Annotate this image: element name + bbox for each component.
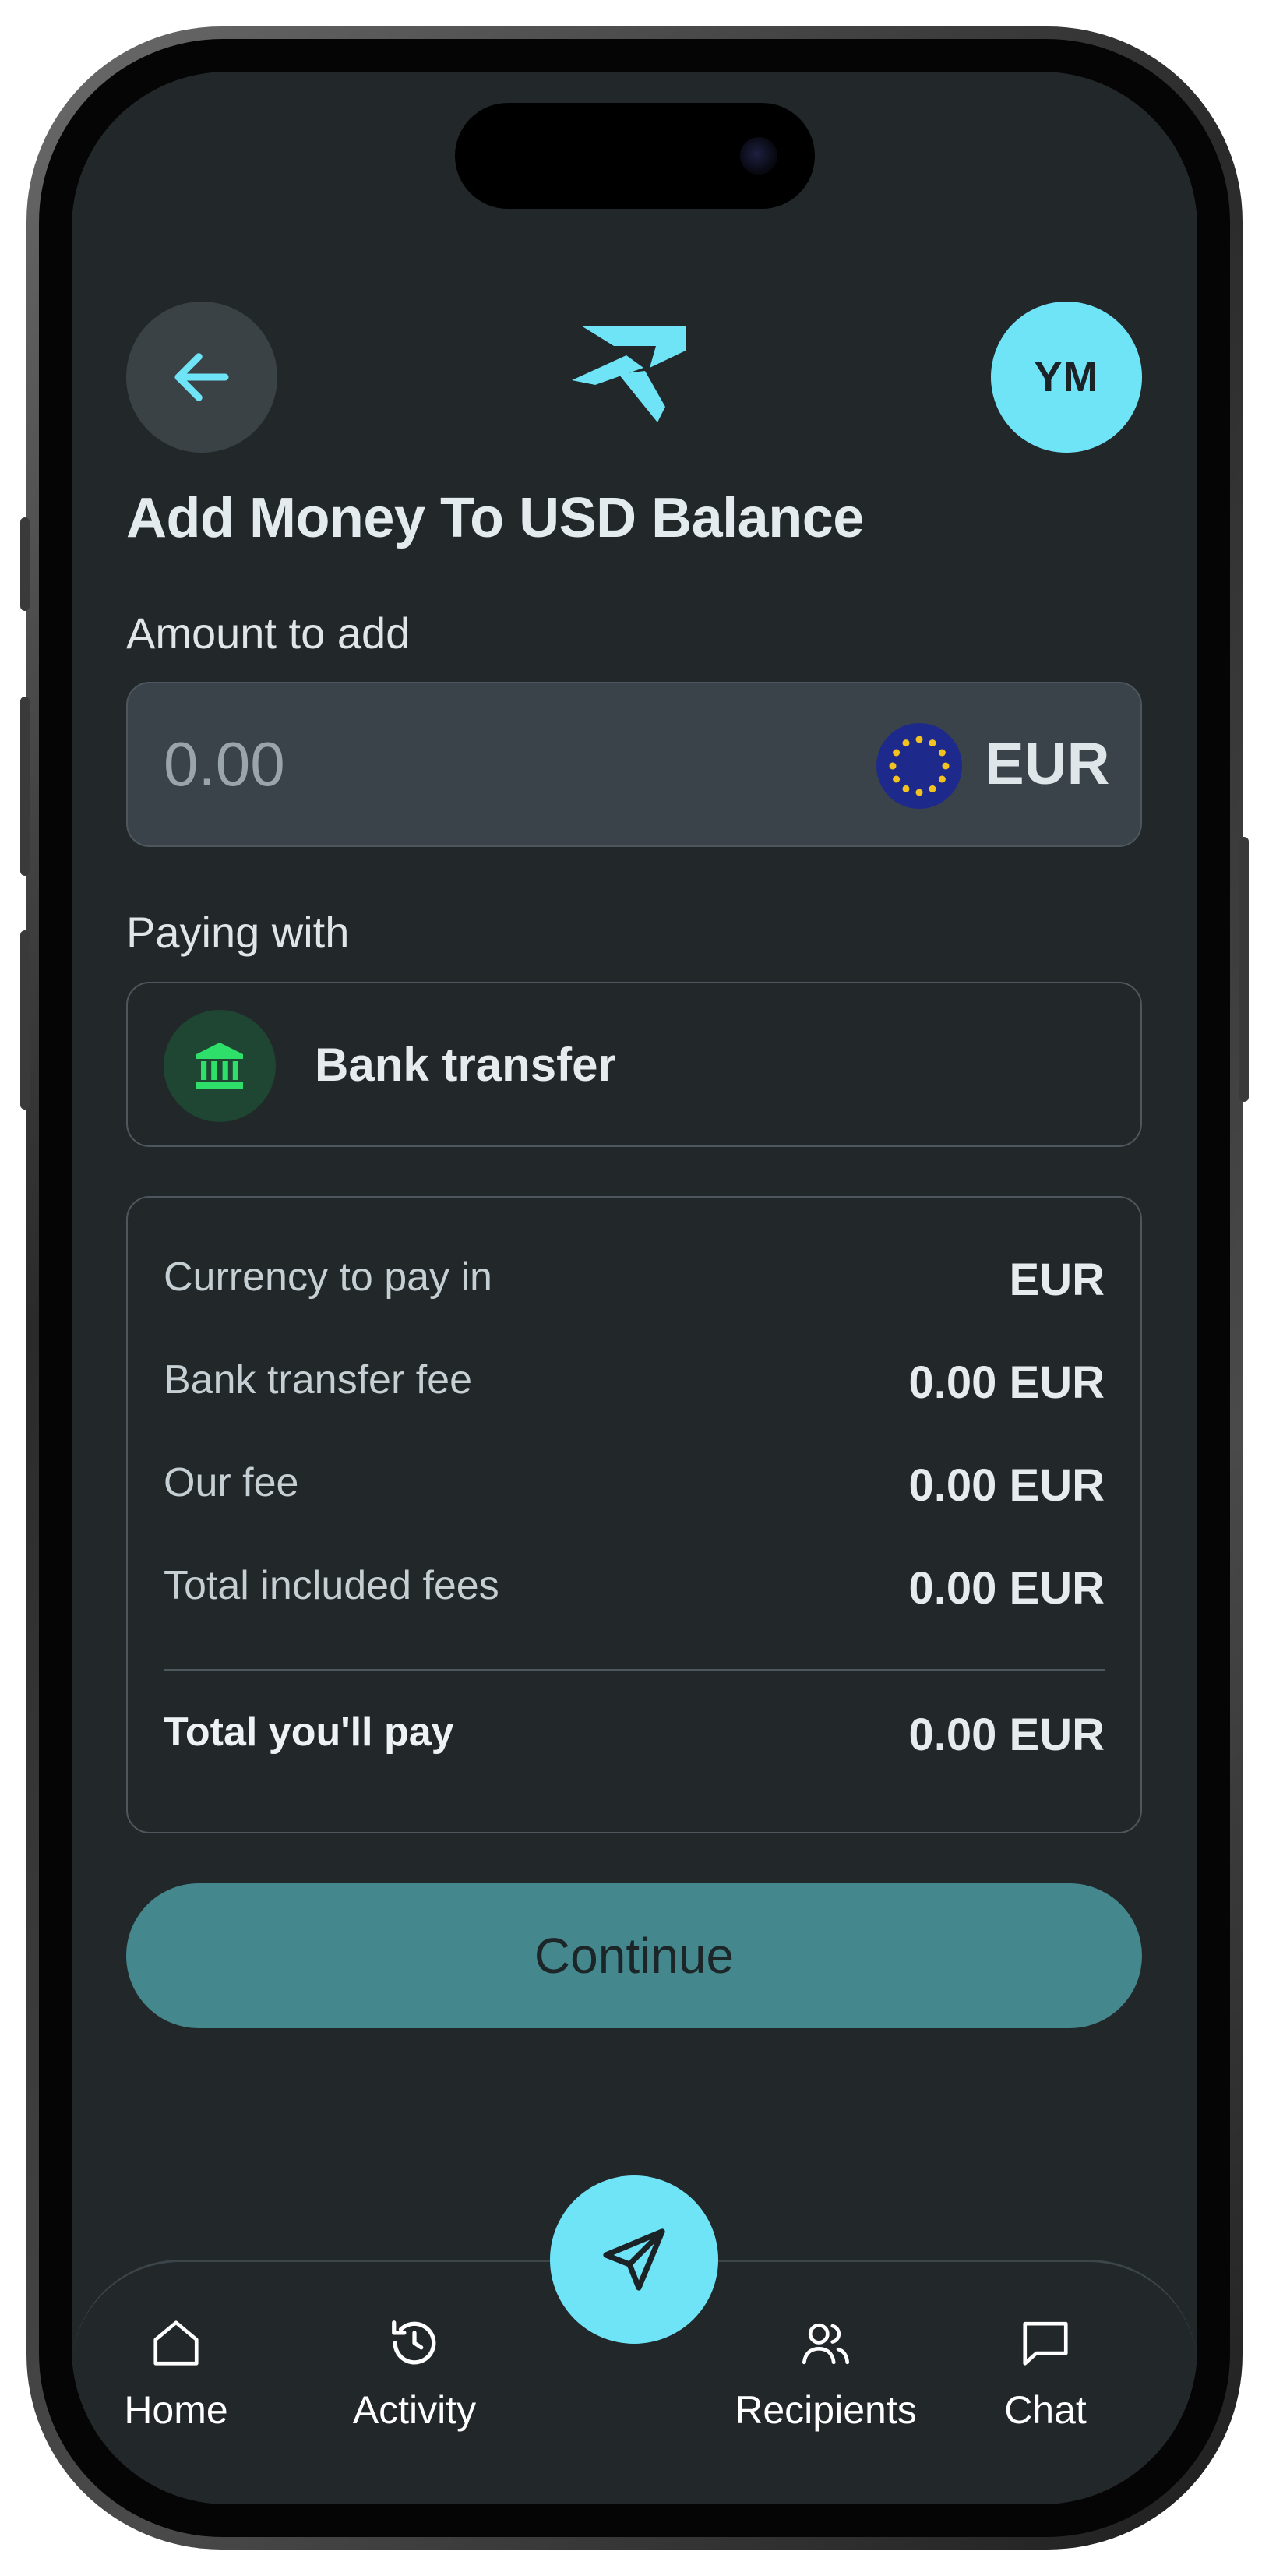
summary-divider	[164, 1669, 1105, 1671]
paying-with-label: Paying with	[126, 908, 350, 957]
send-icon	[603, 2228, 665, 2291]
send-button[interactable]	[550, 2175, 718, 2344]
app-logo-icon	[572, 326, 686, 422]
nav-item-activity[interactable]: Activity	[329, 2316, 500, 2433]
fee-summary: Currency to pay in EUR Bank transfer fee…	[126, 1196, 1142, 1833]
front-camera	[740, 137, 777, 175]
phone-action-button	[20, 517, 30, 611]
bank-icon-badge	[164, 1010, 276, 1122]
chat-icon	[1023, 2321, 1068, 2366]
avatar-initials: YM	[1034, 354, 1099, 401]
dynamic-island	[455, 103, 815, 209]
total-label: Total you'll pay	[164, 1710, 454, 1755]
summary-row: Bank transfer fee 0.00 EUR	[164, 1357, 1105, 1419]
amount-label: Amount to add	[126, 609, 411, 658]
history-icon	[392, 2320, 436, 2365]
summary-label: Our fee	[164, 1460, 299, 1505]
payment-method-label: Bank transfer	[315, 1039, 616, 1091]
back-button[interactable]	[126, 302, 277, 453]
nav-item-home[interactable]: Home	[90, 2316, 262, 2433]
nav-label-activity: Activity	[352, 2388, 477, 2432]
users-icon	[802, 2323, 850, 2365]
summary-value: 0.00 EUR	[908, 1563, 1105, 1614]
nav-item-chat[interactable]: Chat	[975, 2316, 1116, 2433]
home-icon	[153, 2320, 199, 2366]
amount-input[interactable]: 0.00 EUR	[126, 682, 1142, 847]
nav-label-chat: Chat	[1004, 2388, 1087, 2432]
summary-value: 0.00 EUR	[908, 1357, 1105, 1408]
summary-value: EUR	[1009, 1254, 1105, 1305]
phone-volume-up-button	[20, 697, 30, 876]
nav-item-recipients[interactable]: Recipients	[724, 2316, 927, 2433]
app-screen: YM Add Money To USD Balance Amount to ad…	[72, 72, 1197, 2504]
amount-value: 0.00	[164, 729, 285, 799]
summary-row: Our fee 0.00 EUR	[164, 1459, 1105, 1522]
nav-label-recipients: Recipients	[735, 2388, 917, 2432]
page-title: Add Money To USD Balance	[126, 487, 864, 549]
bank-icon	[196, 1043, 243, 1089]
summary-row: Total included fees 0.00 EUR	[164, 1562, 1105, 1625]
summary-label: Currency to pay in	[164, 1254, 492, 1300]
continue-button[interactable]: Continue	[126, 1883, 1142, 2028]
avatar[interactable]: YM	[991, 302, 1142, 453]
summary-total-row: Total you'll pay 0.00 EUR	[164, 1709, 1105, 1771]
summary-value: 0.00 EUR	[908, 1460, 1105, 1511]
currency-selector[interactable]: EUR	[985, 730, 1109, 798]
total-value: 0.00 EUR	[908, 1710, 1105, 1760]
phone-power-button	[1239, 837, 1249, 1102]
eu-flag-icon	[876, 723, 962, 809]
nav-label-home: Home	[124, 2388, 228, 2432]
summary-label: Total included fees	[164, 1563, 499, 1608]
arrow-left-icon	[174, 353, 229, 401]
payment-method-selector[interactable]: Bank transfer	[126, 982, 1142, 1147]
summary-label: Bank transfer fee	[164, 1357, 472, 1403]
summary-row: Currency to pay in EUR	[164, 1254, 1105, 1316]
phone-volume-down-button	[20, 930, 30, 1110]
